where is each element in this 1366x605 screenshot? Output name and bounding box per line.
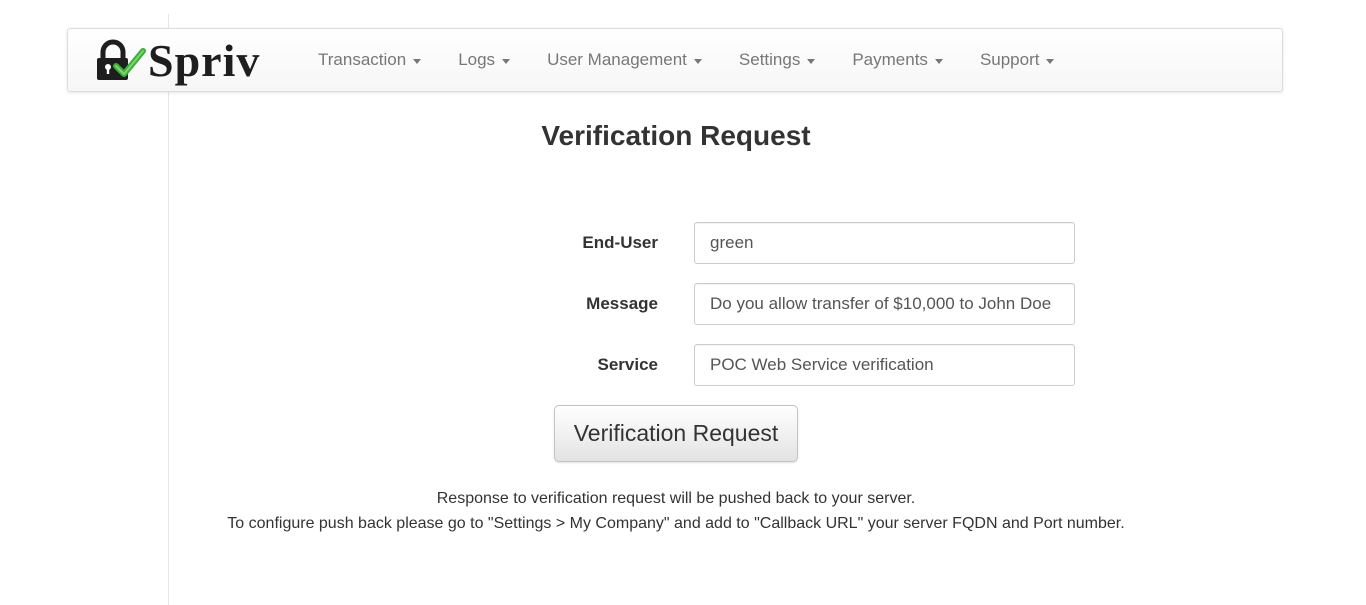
caret-down-icon [502, 58, 511, 64]
main-menu: Transaction Logs User Management Setting… [318, 29, 1091, 91]
nav-support[interactable]: Support [980, 50, 1055, 70]
message-row: Message [0, 283, 1366, 325]
nav-label: Logs [458, 50, 496, 69]
nav-payments[interactable]: Payments [852, 50, 943, 70]
lock-with-check-icon [94, 39, 146, 83]
brand-logo[interactable]: Spriv [94, 36, 260, 86]
nav-label: Transaction [318, 50, 407, 69]
nav-label: Payments [852, 50, 928, 69]
nav-transaction[interactable]: Transaction [318, 50, 422, 70]
caret-down-icon [693, 58, 702, 64]
service-input[interactable] [694, 344, 1075, 386]
nav-settings[interactable]: Settings [738, 50, 816, 70]
caret-down-icon [1046, 58, 1055, 64]
brand-name: Spriv [148, 35, 261, 86]
end-user-row: End-User [0, 222, 1366, 264]
caret-down-icon [934, 58, 943, 64]
page: Spriv Transaction Logs User Management S… [0, 0, 1366, 605]
page-title: Verification Request [541, 120, 811, 151]
message-label: Message [586, 294, 658, 313]
nav-user-management[interactable]: User Management [547, 50, 702, 70]
service-label: Service [597, 355, 659, 374]
service-row: Service [0, 344, 1366, 386]
nav-logs[interactable]: Logs [458, 50, 511, 70]
top-navbar: Spriv Transaction Logs User Management S… [67, 28, 1283, 92]
end-user-label: End-User [582, 233, 658, 252]
nav-label: User Management [547, 50, 687, 69]
verification-request-button[interactable]: Verification Request [554, 405, 798, 462]
end-user-input[interactable] [694, 222, 1075, 264]
info-note-line-2: To configure push back please go to "Set… [227, 515, 1125, 532]
caret-down-icon [413, 58, 422, 64]
message-input[interactable] [694, 283, 1075, 325]
info-note-line-1: Response to verification request will be… [436, 490, 916, 507]
nav-label: Support [979, 50, 1040, 69]
nav-label: Settings [738, 50, 801, 69]
caret-down-icon [807, 58, 816, 64]
